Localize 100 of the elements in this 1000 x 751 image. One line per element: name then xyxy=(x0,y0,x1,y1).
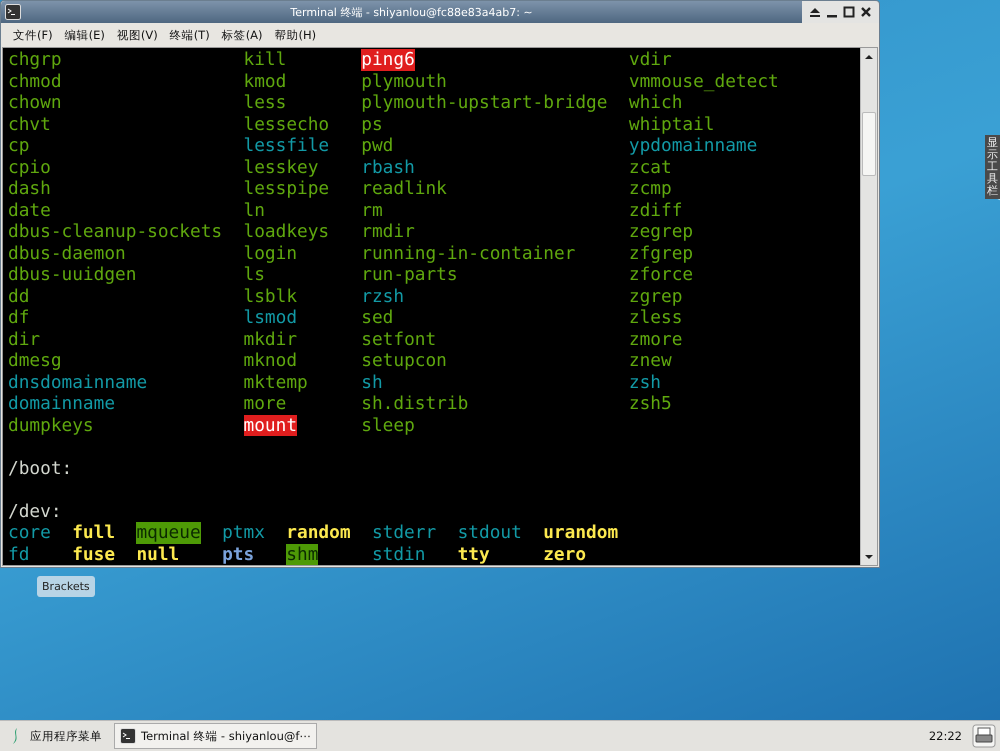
menu-item[interactable]: 视图(V) xyxy=(110,24,164,46)
file-name: zsh xyxy=(628,372,661,393)
file-name: mount xyxy=(244,414,298,436)
file-name: date xyxy=(8,200,51,221)
start-menu-button[interactable]: 应用程序菜单 xyxy=(4,727,108,745)
directory-heading: /dev: xyxy=(8,500,63,522)
file-name: setupcon xyxy=(361,350,447,372)
clock: 22:22 xyxy=(928,729,962,743)
file-name: rmdir xyxy=(361,221,415,242)
file-name: run-parts xyxy=(361,264,458,286)
close-icon[interactable] xyxy=(859,5,873,19)
desktop-icon-label[interactable]: Brackets xyxy=(37,576,95,597)
file-name: dnsdomainname xyxy=(8,372,148,393)
file-name: plymouth xyxy=(361,70,447,92)
file-name: which xyxy=(628,92,682,114)
file-name: ps xyxy=(361,114,383,135)
file-name: chgrp xyxy=(8,49,62,70)
file-name: lessfile xyxy=(244,135,330,156)
scroll-up-icon[interactable] xyxy=(864,52,874,62)
file-name: dbus-uuidgen xyxy=(8,264,136,286)
directory-heading: /boot: xyxy=(8,458,74,479)
file-name: lsblk xyxy=(244,286,298,307)
menu-item[interactable]: 标签(A) xyxy=(216,24,269,46)
file-name: login xyxy=(244,242,298,264)
scrollbar[interactable] xyxy=(860,48,877,565)
file-name: zcmp xyxy=(628,178,672,200)
file-name: fuse xyxy=(72,544,116,565)
file-name: chmod xyxy=(8,70,62,92)
taskbar-button[interactable]: Terminal 终端 - shiyanlou@f⋯ xyxy=(114,723,317,749)
file-name: zero xyxy=(543,544,586,565)
file-name: setfont xyxy=(361,328,436,350)
file-name: loadkeys xyxy=(244,221,330,242)
file-name: zegrep xyxy=(628,221,694,242)
file-name: plymouth-upstart-bridge xyxy=(361,92,608,114)
file-name: rbash xyxy=(361,156,415,178)
terminal-icon xyxy=(5,4,21,20)
file-name: zsh5 xyxy=(628,393,672,414)
file-name: more xyxy=(244,393,286,414)
file-name: core xyxy=(8,522,51,544)
file-name: ln xyxy=(244,200,265,221)
file-name: tty xyxy=(458,544,490,565)
file-name: full xyxy=(72,522,116,544)
file-name: dmesg xyxy=(8,350,62,372)
file-name: stdin xyxy=(372,544,426,565)
file-name: running-in-container xyxy=(361,242,576,264)
file-name: readlink xyxy=(361,178,447,200)
shade-icon[interactable] xyxy=(808,5,822,19)
scroll-down-icon[interactable] xyxy=(864,552,874,562)
file-name: ypdomainname xyxy=(628,135,758,156)
file-name: zforce xyxy=(628,264,694,286)
file-name: chown xyxy=(8,92,62,114)
window-title: Terminal 终端 - shiyanlou@fc88e83a4ab7: ~ xyxy=(289,4,534,20)
file-name: random xyxy=(286,522,351,544)
file-name: ls xyxy=(244,264,265,286)
file-name: lessecho xyxy=(244,114,330,135)
file-name: dbus-cleanup-sockets xyxy=(8,221,222,242)
menu-item[interactable]: 终端(T) xyxy=(164,24,216,46)
file-name: sleep xyxy=(361,414,415,436)
file-name: dumpkeys xyxy=(8,414,94,436)
terminal-icon xyxy=(120,728,136,744)
file-name: df xyxy=(8,307,30,328)
file-name: kmod xyxy=(244,70,286,92)
file-name: zgrep xyxy=(628,286,682,307)
file-name: chvt xyxy=(8,114,51,135)
file-name: mktemp xyxy=(244,372,308,393)
menu-item[interactable]: 编辑(E) xyxy=(58,24,111,46)
file-name: fd xyxy=(8,544,30,565)
file-name: zcat xyxy=(628,156,672,178)
toolbar-toggle-tab[interactable]: 显示工具栏 xyxy=(985,135,1000,200)
file-name: lesskey xyxy=(244,156,318,178)
file-name: domainname xyxy=(8,393,116,414)
file-name: dd xyxy=(8,286,30,307)
file-name: dash xyxy=(8,178,51,200)
file-name: stderr xyxy=(372,522,436,544)
maximize-icon[interactable] xyxy=(842,5,856,19)
file-name: zmore xyxy=(628,328,682,350)
file-name: zfgrep xyxy=(628,242,694,264)
file-name: rzsh xyxy=(361,286,404,307)
file-name: null xyxy=(136,544,180,565)
file-name: sh xyxy=(361,372,383,393)
file-name: lesspipe xyxy=(244,178,330,200)
file-name: cp xyxy=(8,135,30,156)
scroll-thumb[interactable] xyxy=(862,112,876,176)
file-name: dir xyxy=(8,328,40,350)
file-name: pts xyxy=(222,544,254,565)
file-name: sh.distrib xyxy=(361,393,468,414)
file-name: stdout xyxy=(458,522,522,544)
file-name: sed xyxy=(361,307,394,328)
file-name: znew xyxy=(628,350,672,372)
file-name: zless xyxy=(628,307,682,328)
file-name: vmmouse_detect xyxy=(628,70,779,92)
file-name: less xyxy=(244,92,286,114)
file-name: urandom xyxy=(543,522,618,544)
file-name: zdiff xyxy=(628,200,682,221)
menu-item[interactable]: 帮助(H) xyxy=(268,24,322,46)
file-name: mqueue xyxy=(136,522,201,544)
file-name: lsmod xyxy=(244,307,298,328)
file-name: cpio xyxy=(8,156,51,178)
menu-item[interactable]: 文件(F) xyxy=(7,24,59,46)
file-name: ping6 xyxy=(361,49,415,70)
